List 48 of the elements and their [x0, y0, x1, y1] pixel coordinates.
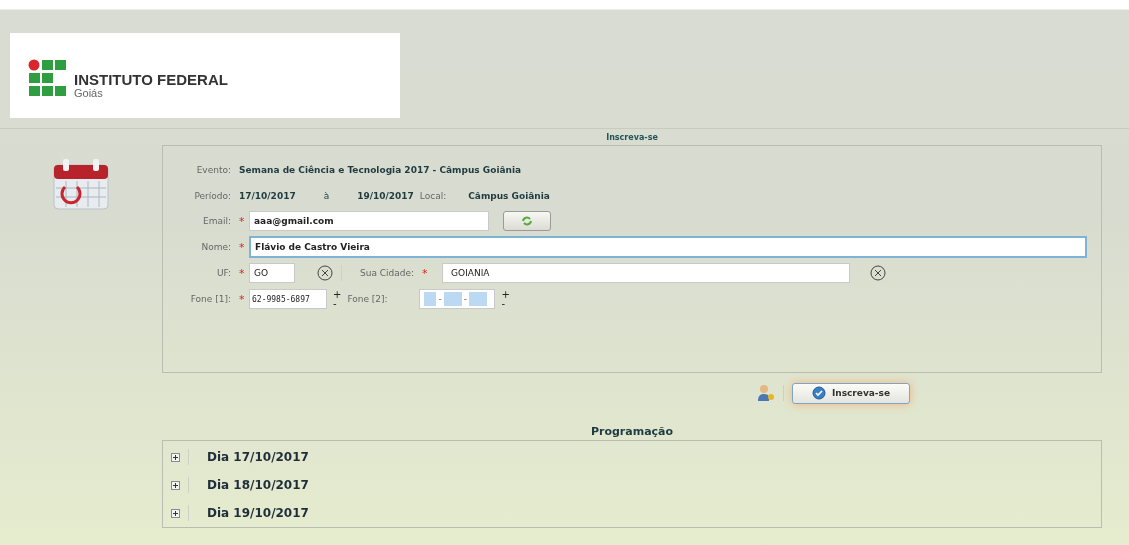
- expand-icon[interactable]: [171, 480, 180, 490]
- phone-field[interactable]: 62-9985-6897: [249, 289, 327, 309]
- remove-phone-button[interactable]: -: [501, 299, 510, 308]
- clear-icon[interactable]: [870, 265, 887, 281]
- logo-subtitle: Goiás: [74, 87, 104, 99]
- calendar-icon: [51, 157, 111, 213]
- field-label: Fone [1]:: [189, 294, 232, 304]
- field-label: Sua Cidade:: [360, 268, 415, 278]
- email-field[interactable]: aaa@gmail.com: [249, 211, 489, 231]
- field-label: Nome:: [200, 242, 232, 252]
- check-icon: [811, 386, 826, 400]
- end-date: 19/10/2017: [357, 191, 414, 201]
- field-label: Email:: [202, 216, 232, 226]
- clear-icon[interactable]: [317, 265, 333, 281]
- start-date: 17/10/2017: [239, 191, 296, 201]
- name-field[interactable]: Flávio de Castro Vieira: [249, 236, 1087, 258]
- day-header[interactable]: Dia 18/10/2017: [207, 478, 309, 492]
- submit-button[interactable]: Inscreva-se: [792, 382, 910, 404]
- required-mark: *: [422, 266, 429, 280]
- section-title: Programação: [589, 424, 675, 440]
- field-label: Fone [2]:: [347, 294, 389, 304]
- phone-field[interactable]: - -: [419, 289, 496, 309]
- field-label: UF:: [215, 268, 232, 278]
- remove-phone-button[interactable]: -: [333, 299, 342, 308]
- required-mark: *: [239, 240, 246, 254]
- refresh-button[interactable]: [503, 211, 551, 231]
- city-field[interactable]: GOIANIA: [442, 263, 851, 283]
- required-mark: *: [239, 214, 246, 228]
- expand-icon[interactable]: [171, 452, 180, 462]
- field-label: Local:: [419, 191, 447, 201]
- form-title: Inscreva-se: [605, 133, 659, 144]
- refresh-icon: [521, 216, 533, 226]
- field-label: Evento:: [195, 165, 232, 175]
- date-separator: à: [323, 191, 330, 201]
- field-label: Período:: [193, 191, 232, 201]
- state-field[interactable]: GO: [249, 263, 295, 283]
- required-mark: *: [239, 266, 246, 280]
- logo-icon: [28, 58, 68, 97]
- required-mark: *: [239, 292, 246, 306]
- add-phone-button[interactable]: +: [333, 290, 342, 299]
- logo-title: INSTITUTO FEDERAL: [74, 70, 228, 88]
- event-name: Semana de Ciência e Tecnologia 2017 - Câmpus Goiânia: [239, 165, 522, 175]
- day-header[interactable]: Dia 17/10/2017: [207, 450, 309, 464]
- user-key-icon[interactable]: [757, 384, 775, 402]
- day-header[interactable]: Dia 19/10/2017: [207, 506, 309, 520]
- add-phone-button[interactable]: +: [501, 290, 510, 299]
- location: Câmpus Goiânia: [468, 191, 550, 201]
- expand-icon[interactable]: [171, 508, 180, 518]
